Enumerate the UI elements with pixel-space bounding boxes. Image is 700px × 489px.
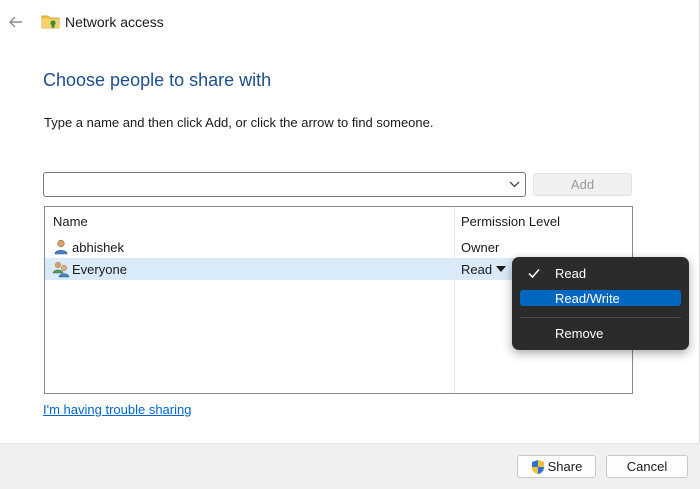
- add-button[interactable]: Add: [533, 173, 632, 196]
- back-arrow-icon: [9, 16, 22, 28]
- instruction-text: Type a name and then click Add, or click…: [44, 115, 434, 130]
- page-heading: Choose people to share with: [43, 70, 272, 90]
- menu-item-label: Read/Write: [555, 291, 620, 306]
- permission-dropdown-arrow-icon[interactable]: [496, 266, 506, 272]
- shared-folder-icon: [41, 15, 60, 29]
- network-access-window: Network access Choose people to share wi…: [0, 0, 700, 489]
- list-header: Name Permission Level: [45, 207, 632, 233]
- checkmark-icon: [528, 269, 540, 279]
- table-row[interactable]: abhishek Owner: [45, 236, 632, 258]
- cancel-button[interactable]: Cancel: [606, 455, 688, 478]
- column-header-permission[interactable]: Permission Level: [461, 214, 560, 229]
- combo-dropdown-button[interactable]: [506, 176, 522, 193]
- menu-item-label: Remove: [555, 326, 604, 341]
- chevron-down-icon: [509, 181, 519, 188]
- menu-item-read[interactable]: Read: [520, 265, 681, 282]
- share-button[interactable]: Share: [517, 455, 596, 478]
- column-header-name[interactable]: Name: [53, 214, 88, 229]
- row-permission: Read: [461, 262, 493, 277]
- users-group-icon: [52, 262, 70, 278]
- menu-item-read-write[interactable]: Read/Write: [520, 290, 681, 306]
- title-bar: Network access: [0, 0, 700, 44]
- menu-separator: [520, 317, 681, 318]
- row-permission: Owner: [461, 240, 500, 255]
- row-user-name: Everyone: [72, 262, 127, 277]
- trouble-sharing-link[interactable]: I'm having trouble sharing: [43, 402, 191, 417]
- menu-item-label: Read: [555, 266, 587, 281]
- name-combobox[interactable]: [43, 172, 526, 197]
- share-button-label: Share: [547, 459, 583, 474]
- uac-shield-icon: [531, 459, 544, 474]
- name-input[interactable]: [48, 175, 498, 194]
- user-icon: [54, 239, 68, 255]
- window-title: Network access: [65, 14, 164, 30]
- back-button[interactable]: [6, 12, 26, 32]
- menu-item-remove[interactable]: Remove: [520, 325, 681, 342]
- row-user-name: abhishek: [72, 240, 125, 255]
- permission-context-menu: Read Read/Write Remove: [512, 257, 689, 350]
